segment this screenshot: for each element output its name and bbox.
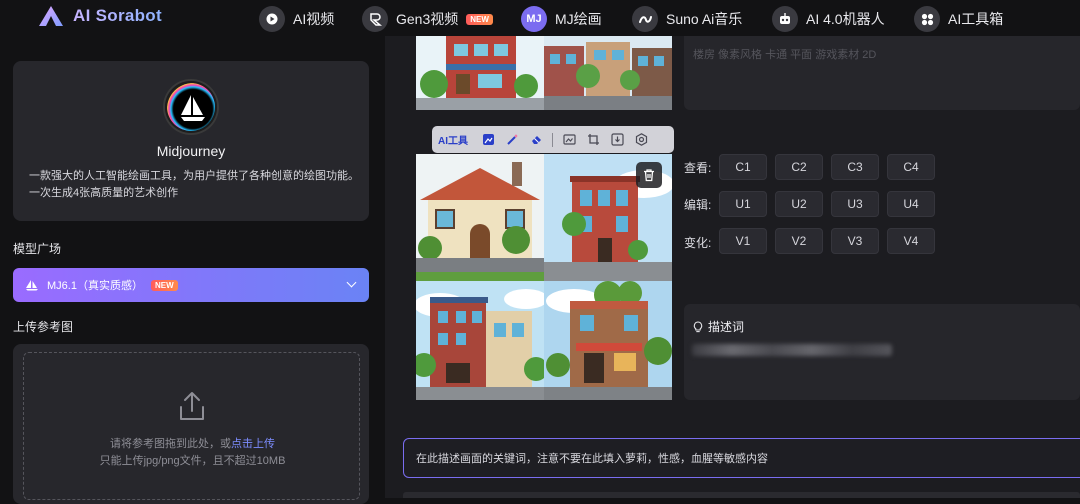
trash-icon xyxy=(644,169,654,182)
model-description: 一款强大的人工智能绘画工具，为用户提供了各种创意的绘图功能。一次生成4张高质量的… xyxy=(29,170,359,199)
upload-area[interactable]: 请将参考图拖到此处，或点击上传 只能上传jpg/png文件，且不超过10MB xyxy=(13,344,369,504)
bottom-panel-edge xyxy=(403,492,1080,498)
previous-image-2[interactable] xyxy=(544,36,672,110)
logo-text: AI Sorabot xyxy=(73,6,162,25)
upload-icon xyxy=(180,392,204,420)
nav-label: AI视频 xyxy=(293,11,335,27)
logo-icon xyxy=(39,6,63,26)
magic-wand-icon[interactable] xyxy=(504,132,520,148)
nav-ai-robot[interactable]: AI 4.0机器人 xyxy=(772,6,885,32)
view-c4-button[interactable]: C4 xyxy=(887,154,935,180)
gen3-icon xyxy=(362,6,388,32)
mj-icon: MJ xyxy=(521,6,547,32)
upscale-u2-button[interactable]: U2 xyxy=(775,191,823,217)
nav-suno-music[interactable]: Suno Ai音乐 xyxy=(632,6,742,32)
image-replace-icon[interactable] xyxy=(561,132,577,148)
nav-ai-toolbox[interactable]: AI工具箱 xyxy=(914,6,1003,32)
upscale-u4-button[interactable]: U4 xyxy=(887,191,935,217)
lightbulb-icon xyxy=(693,320,703,332)
sidebar: Midjourney 一款强大的人工智能绘画工具，为用户提供了各种创意的绘图功能… xyxy=(0,36,385,504)
blurred-prompt-text xyxy=(692,344,892,356)
prompt-input[interactable]: 在此描述画面的关键词，注意不要在此填入萝莉，性感，血腥等敏感内容 xyxy=(403,438,1080,478)
prompt-card: 描述词 xyxy=(684,304,1080,400)
nav-label: AI工具箱 xyxy=(948,11,1004,27)
view-label: 查看: xyxy=(684,161,712,175)
view-c1-button[interactable]: C1 xyxy=(719,154,767,180)
edit-label: 编辑: xyxy=(684,198,712,212)
nav-label: MJ绘画 xyxy=(555,11,602,27)
new-badge: NEW xyxy=(150,279,178,291)
nav-ai-video[interactable]: AI视频 xyxy=(259,6,334,32)
toolbar-divider xyxy=(552,132,553,147)
midjourney-logo xyxy=(165,81,217,133)
view-c3-button[interactable]: C3 xyxy=(831,154,879,180)
nav-label: Gen3视频 xyxy=(396,11,459,27)
upload-hint-text: 请将参考图拖到此处，或 xyxy=(110,438,231,450)
image-edit-icon[interactable] xyxy=(480,132,496,148)
variation-v1-button[interactable]: V1 xyxy=(719,228,767,254)
upload-section-label: 上传参考图 xyxy=(13,320,74,334)
model-select[interactable]: MJ6.1（真实质感） NEW xyxy=(13,268,369,302)
music-icon xyxy=(632,6,658,32)
nav-gen3-video[interactable]: Gen3视频 NEW xyxy=(362,6,493,32)
chevron-down-icon xyxy=(346,277,357,288)
upscale-u3-button[interactable]: U3 xyxy=(831,191,879,217)
previous-prompt-card: 楼房 像素风格 卡通 平面 游戏素材 2D xyxy=(684,36,1080,110)
grid-icon xyxy=(914,6,940,32)
result-image-grid[interactable] xyxy=(416,154,672,400)
eraser-icon[interactable] xyxy=(528,132,544,148)
model-name: Midjourney xyxy=(156,143,226,159)
view-c2-button[interactable]: C2 xyxy=(775,154,823,180)
previous-result-images[interactable] xyxy=(416,36,672,110)
upscale-u1-button[interactable]: U1 xyxy=(719,191,767,217)
ai-tools-label[interactable]: AI工具 xyxy=(438,132,468,147)
delete-button[interactable] xyxy=(636,162,662,188)
play-icon xyxy=(259,6,285,32)
result-image-4[interactable] xyxy=(544,281,672,400)
model-info-card: Midjourney 一款强大的人工智能绘画工具，为用户提供了各种创意的绘图功能… xyxy=(13,61,369,221)
result-image-3[interactable] xyxy=(416,281,544,400)
prompt-title: 描述词 xyxy=(692,318,744,335)
logo[interactable]: AI Sorabot xyxy=(38,4,162,28)
new-badge: NEW xyxy=(466,13,493,25)
variation-v2-button[interactable]: V2 xyxy=(775,228,823,254)
model-section-label: 模型广场 xyxy=(13,242,62,256)
top-navigation: AI Sorabot AI视频 Gen3视频 NEW MJ MJ绘画 Suno … xyxy=(0,0,1080,36)
sail-icon xyxy=(26,280,38,291)
model-select-value: MJ6.1（真实质感） xyxy=(47,280,143,292)
nav-mj-drawing[interactable]: MJ MJ绘画 xyxy=(521,6,602,32)
image-toolbar: AI工具 xyxy=(432,126,674,153)
result-image-1[interactable] xyxy=(416,154,544,281)
settings-icon[interactable] xyxy=(633,132,649,148)
nav-label: AI 4.0机器人 xyxy=(806,11,885,27)
upload-hint: 请将参考图拖到此处，或点击上传 只能上传jpg/png文件，且不超过10MB xyxy=(24,436,361,470)
download-icon[interactable] xyxy=(609,132,625,148)
click-upload-link[interactable]: 点击上传 xyxy=(231,438,275,450)
prompt-title-text: 描述词 xyxy=(708,320,745,334)
upload-limit-text: 只能上传jpg/png文件，且不超过10MB xyxy=(99,455,286,467)
prompt-input-placeholder: 在此描述画面的关键词，注意不要在此填入萝莉，性感，血腥等敏感内容 xyxy=(416,453,768,465)
dropzone[interactable]: 请将参考图拖到此处，或点击上传 只能上传jpg/png文件，且不超过10MB xyxy=(23,352,360,500)
robot-icon xyxy=(772,6,798,32)
variation-v4-button[interactable]: V4 xyxy=(887,228,935,254)
variation-v3-button[interactable]: V3 xyxy=(831,228,879,254)
variation-label: 变化: xyxy=(684,236,712,250)
previous-image-1[interactable] xyxy=(416,36,544,110)
nav-label: Suno Ai音乐 xyxy=(666,11,743,27)
crop-icon[interactable] xyxy=(585,132,601,148)
previous-prompt-text: 楼房 像素风格 卡通 平面 游戏素材 2D xyxy=(693,49,877,61)
